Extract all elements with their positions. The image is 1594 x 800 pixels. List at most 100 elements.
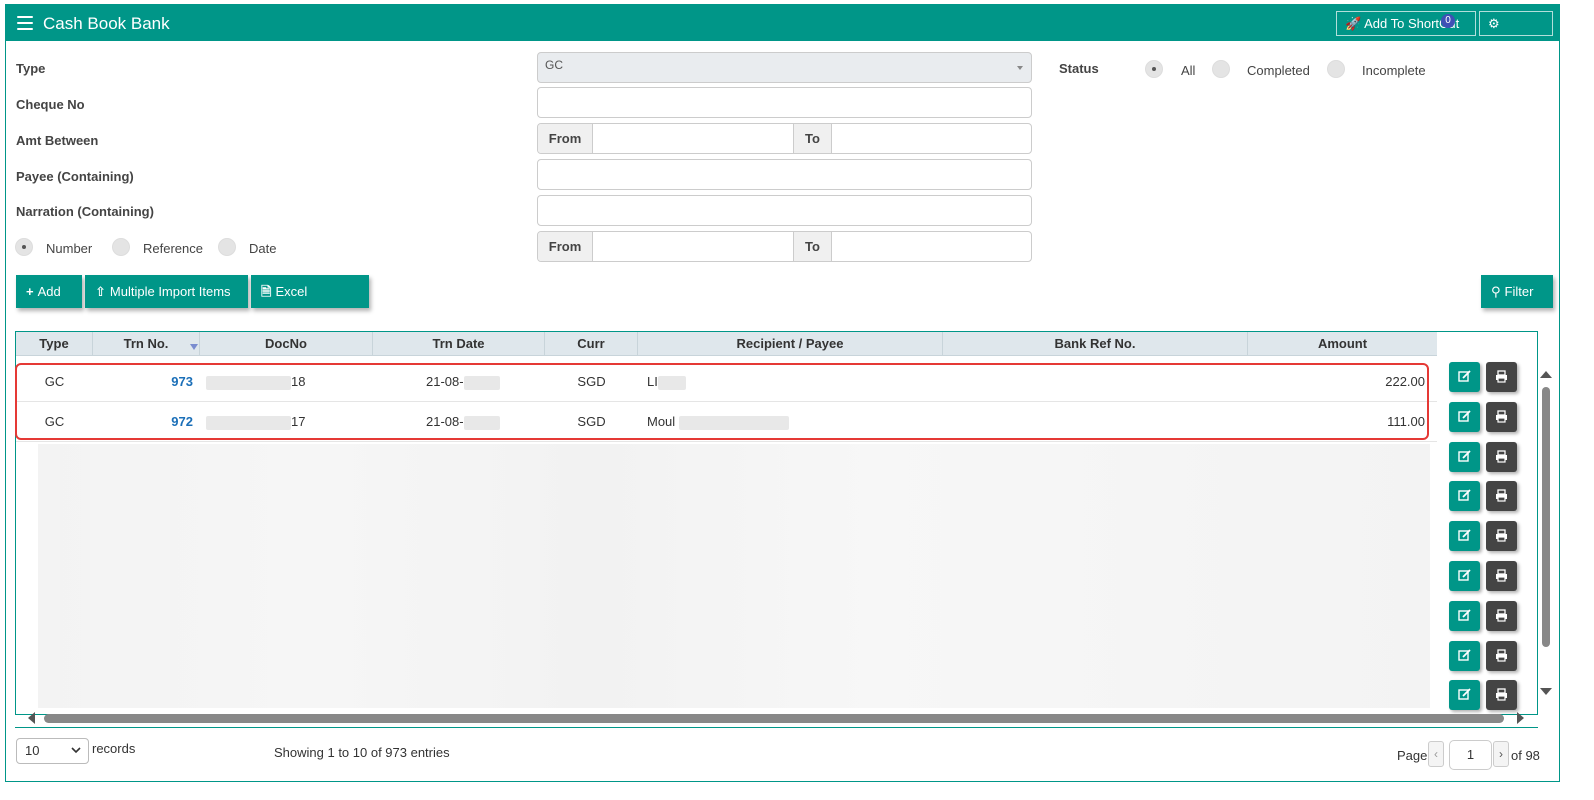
cheque-no-label: Cheque No bbox=[16, 97, 85, 112]
prev-page-button[interactable]: ‹ bbox=[1428, 741, 1444, 767]
sort-date-label: Date bbox=[249, 241, 277, 256]
type-label: Type bbox=[16, 61, 46, 76]
print-icon bbox=[1496, 370, 1507, 383]
scroll-down-icon[interactable] bbox=[1539, 687, 1553, 697]
sort-range: From To bbox=[537, 231, 1032, 262]
status-all-radio[interactable] bbox=[1145, 60, 1163, 78]
print-icon bbox=[1496, 529, 1507, 542]
type-select[interactable]: GC bbox=[537, 52, 1032, 83]
amount-to-label: To bbox=[793, 124, 832, 153]
edit-icon bbox=[1458, 688, 1471, 701]
scroll-left-icon[interactable] bbox=[26, 711, 36, 725]
edit-icon bbox=[1458, 529, 1471, 541]
edit-button[interactable] bbox=[1449, 600, 1480, 631]
search-icon: ⚲ bbox=[1491, 284, 1501, 299]
print-button[interactable] bbox=[1486, 441, 1517, 472]
print-icon bbox=[1496, 449, 1507, 463]
edit-button[interactable] bbox=[1449, 362, 1480, 392]
print-button[interactable] bbox=[1486, 481, 1517, 512]
col-doc-no[interactable]: DocNo bbox=[200, 332, 373, 356]
print-icon bbox=[1496, 688, 1507, 701]
edit-button[interactable] bbox=[1449, 561, 1480, 591]
redacted-rows bbox=[38, 444, 1430, 708]
next-page-button[interactable]: › bbox=[1493, 741, 1509, 767]
status-completed-radio[interactable] bbox=[1212, 60, 1230, 78]
print-button[interactable] bbox=[1486, 561, 1517, 591]
sort-reference-radio[interactable] bbox=[112, 238, 130, 256]
col-trn-date[interactable]: Trn Date bbox=[373, 332, 545, 356]
sort-date-radio[interactable] bbox=[218, 238, 236, 256]
print-button[interactable] bbox=[1486, 640, 1517, 671]
status-incomplete-label: Incomplete bbox=[1362, 63, 1426, 78]
col-bank-ref[interactable]: Bank Ref No. bbox=[943, 332, 1248, 356]
status-incomplete-radio[interactable] bbox=[1327, 60, 1345, 78]
edit-button[interactable] bbox=[1449, 481, 1480, 512]
print-button[interactable] bbox=[1486, 680, 1517, 711]
print-button[interactable] bbox=[1486, 401, 1517, 432]
amount-range: From To bbox=[537, 123, 1032, 154]
edit-icon bbox=[1458, 370, 1471, 382]
hamburger-menu-icon[interactable] bbox=[17, 16, 33, 30]
sort-number-label: Number bbox=[46, 241, 93, 256]
showing-entries: Showing 1 to 10 of 973 entries bbox=[274, 745, 450, 760]
range-to-label: To bbox=[793, 232, 832, 261]
excel-template-button[interactable]: 🗎 Excel Template bbox=[251, 275, 369, 332]
status-label: Status bbox=[1059, 61, 1099, 76]
multiple-import-button[interactable]: ⇧ Multiple Import Items bbox=[85, 275, 248, 308]
add-to-shortcut-button[interactable]: 🚀 Add To ShortCut 0 bbox=[1336, 11, 1476, 36]
print-button[interactable] bbox=[1486, 521, 1517, 552]
print-button[interactable] bbox=[1486, 362, 1517, 392]
print-icon bbox=[1496, 569, 1507, 582]
narration-input[interactable] bbox=[537, 195, 1032, 226]
settings-button[interactable]: ⚙ Settings bbox=[1479, 11, 1553, 54]
top-bar: Cash Book Bank 🚀 Add To ShortCut 0 ⚙ Set… bbox=[6, 5, 1559, 54]
rocket-icon: 🚀 bbox=[1345, 16, 1362, 31]
page-size-select[interactable]: 10 bbox=[16, 738, 89, 764]
vertical-scroll-thumb[interactable] bbox=[1542, 387, 1550, 647]
payee-label: Payee (Containing) bbox=[16, 169, 134, 184]
sort-desc-icon bbox=[190, 344, 198, 350]
col-curr[interactable]: Curr bbox=[545, 332, 638, 356]
edit-button[interactable] bbox=[1449, 640, 1480, 671]
edit-button[interactable] bbox=[1449, 401, 1480, 432]
edit-icon bbox=[1458, 410, 1471, 422]
print-icon bbox=[1496, 609, 1507, 622]
add-button[interactable]: + Add bbox=[16, 275, 82, 308]
edit-button[interactable] bbox=[1449, 521, 1480, 552]
edit-button[interactable] bbox=[1449, 680, 1480, 711]
upload-icon: ⇧ bbox=[95, 284, 106, 299]
col-type[interactable]: Type bbox=[16, 332, 93, 356]
footer-divider bbox=[15, 727, 1538, 728]
gear-icon: ⚙ bbox=[1488, 16, 1500, 31]
status-completed-label: Completed bbox=[1247, 63, 1310, 78]
scroll-up-icon[interactable] bbox=[1539, 369, 1553, 379]
edit-icon bbox=[1458, 449, 1471, 462]
records-label: records bbox=[92, 741, 136, 756]
col-trn-no[interactable]: Trn No. bbox=[93, 332, 200, 356]
edit-icon bbox=[1458, 609, 1471, 621]
horizontal-scroll-thumb[interactable] bbox=[44, 714, 1504, 723]
print-button[interactable] bbox=[1486, 600, 1517, 631]
print-icon bbox=[1496, 489, 1507, 502]
col-payee[interactable]: Recipient / Payee bbox=[638, 332, 943, 356]
chevron-down-icon bbox=[1017, 66, 1023, 70]
sort-reference-label: Reference bbox=[143, 241, 203, 256]
scroll-right-icon[interactable] bbox=[1516, 711, 1526, 725]
payee-input[interactable] bbox=[537, 159, 1032, 190]
range-to-input[interactable] bbox=[833, 232, 1031, 261]
range-from-input[interactable] bbox=[594, 232, 792, 261]
horizontal-scrollbar[interactable] bbox=[22, 711, 1532, 725]
narration-label: Narration (Containing) bbox=[16, 204, 154, 219]
edit-button[interactable] bbox=[1449, 441, 1480, 472]
amount-to-input[interactable] bbox=[833, 124, 1031, 153]
cheque-no-input[interactable] bbox=[537, 87, 1032, 118]
page-number-input[interactable]: 1 bbox=[1449, 740, 1492, 770]
col-amount[interactable]: Amount bbox=[1248, 332, 1437, 356]
vertical-scrollbar[interactable] bbox=[1539, 365, 1553, 705]
filter-button[interactable]: ⚲ Filter bbox=[1481, 275, 1553, 308]
amount-from-input[interactable] bbox=[594, 124, 792, 153]
page-count: of 98 bbox=[1511, 748, 1540, 763]
print-icon bbox=[1496, 648, 1507, 662]
sort-number-radio[interactable] bbox=[15, 238, 33, 256]
page-label: Page bbox=[1397, 748, 1428, 763]
